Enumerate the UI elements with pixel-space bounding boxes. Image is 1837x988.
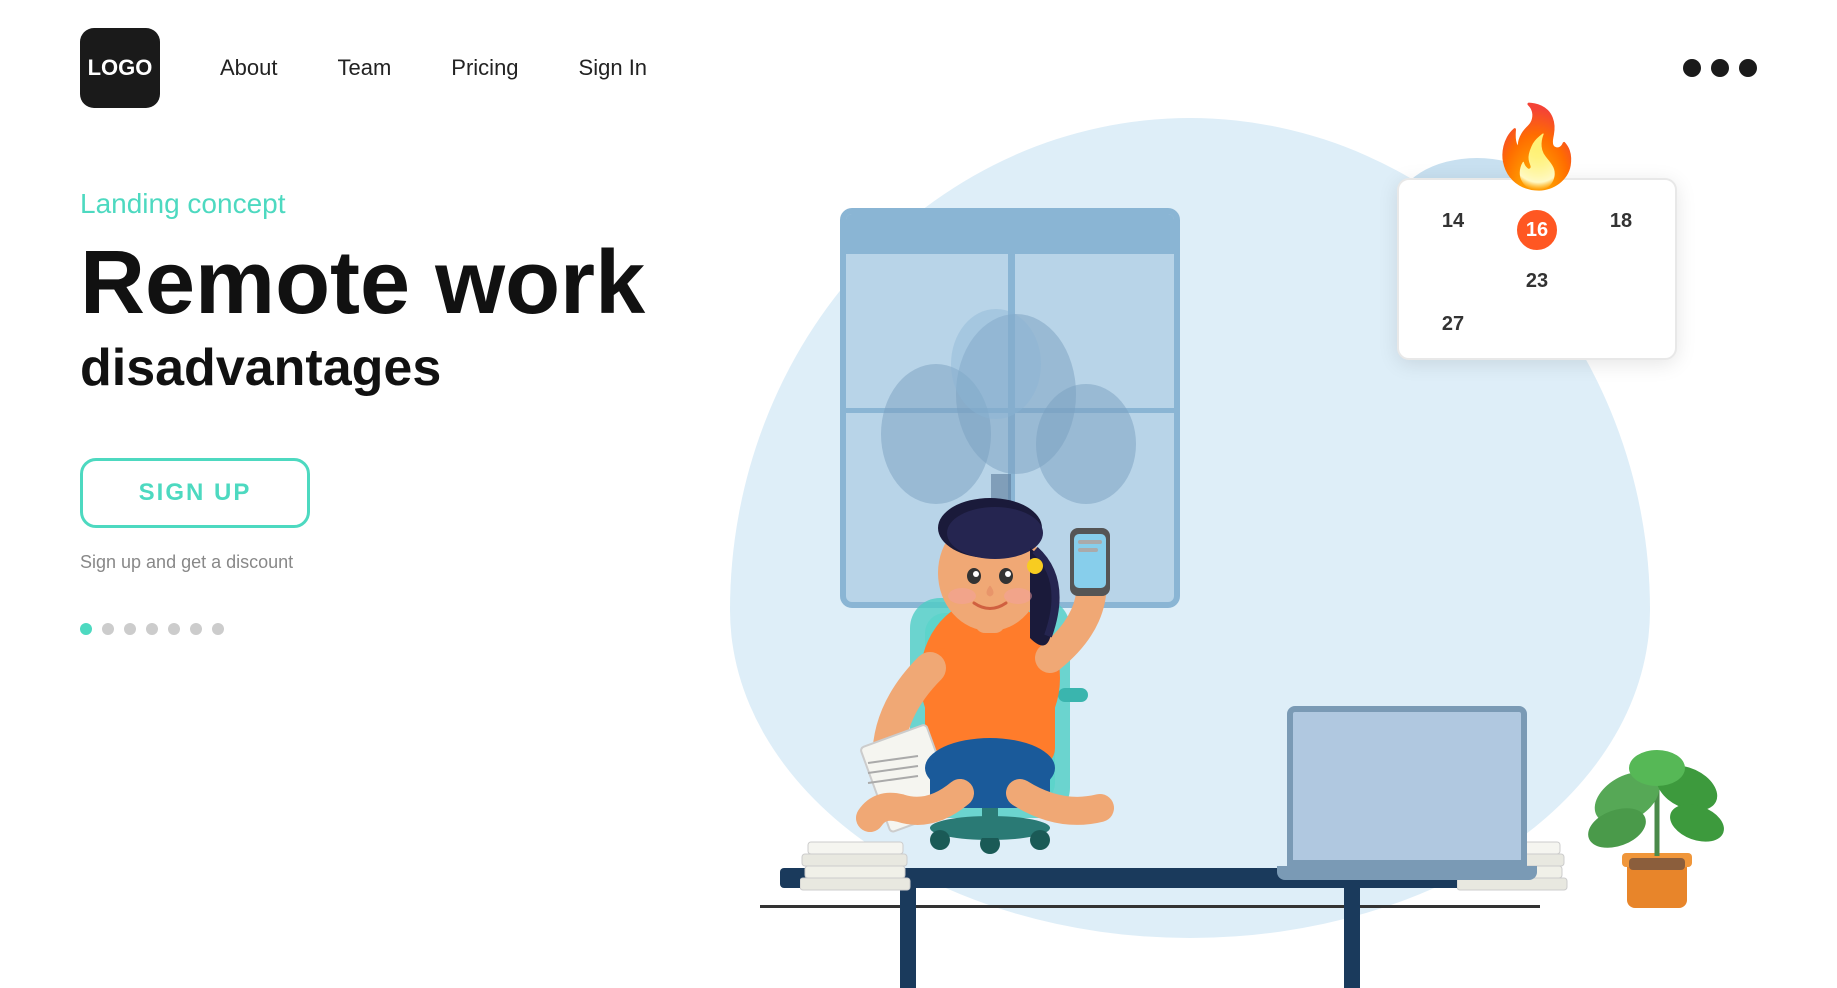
laptop-screen <box>1287 706 1527 866</box>
cal-spacer3 <box>1499 307 1575 342</box>
cal-23: 23 <box>1499 264 1575 299</box>
desk-leg-right <box>1344 888 1360 988</box>
header-menu-dots[interactable] <box>1683 59 1757 77</box>
cal-16: 16 <box>1517 210 1557 250</box>
cal-14: 14 <box>1415 204 1491 256</box>
laptop-base <box>1277 866 1537 880</box>
logo[interactable]: LO GO <box>80 28 160 108</box>
pag-dot-3[interactable] <box>124 623 136 635</box>
hero-illustration: 🔥 14 16 18 23 27 <box>680 148 1757 968</box>
signup-caption: Sign up and get a discount <box>80 552 680 573</box>
nav-signin[interactable]: Sign In <box>579 55 648 81</box>
dot-2 <box>1711 59 1729 77</box>
nav-pricing[interactable]: Pricing <box>451 55 518 81</box>
signup-button[interactable]: SIGN UP <box>80 458 310 528</box>
pagination <box>80 623 680 635</box>
pag-dot-2[interactable] <box>102 623 114 635</box>
header: LO GO About Team Pricing Sign In <box>0 0 1837 108</box>
plant <box>1587 708 1727 908</box>
fire-icon: 🔥 <box>1487 100 1587 194</box>
pag-dot-5[interactable] <box>168 623 180 635</box>
pag-dot-4[interactable] <box>146 623 158 635</box>
hero-left: Landing concept Remote work disadvantage… <box>80 148 680 968</box>
cal-spacer <box>1415 264 1491 299</box>
main-title-line1: Remote work <box>80 238 680 328</box>
nav-team[interactable]: Team <box>338 55 392 81</box>
cal-spacer2 <box>1583 264 1659 299</box>
person-illustration <box>810 418 1170 898</box>
nav-about[interactable]: About <box>220 55 278 81</box>
dot-1 <box>1683 59 1701 77</box>
calendar-grid: 14 16 18 23 27 <box>1415 204 1659 342</box>
navigation: About Team Pricing Sign In <box>220 55 647 81</box>
dot-3 <box>1739 59 1757 77</box>
main-content: Landing concept Remote work disadvantage… <box>0 108 1837 968</box>
pag-dot-1[interactable] <box>80 623 92 635</box>
calendar: 🔥 14 16 18 23 27 <box>1397 178 1677 360</box>
pag-dot-7[interactable] <box>212 623 224 635</box>
pag-dot-6[interactable] <box>190 623 202 635</box>
cal-18: 18 <box>1583 204 1659 256</box>
cal-spacer4 <box>1583 307 1659 342</box>
main-title-line2: disadvantages <box>80 338 680 398</box>
laptop <box>1287 706 1537 880</box>
landing-label: Landing concept <box>80 188 680 220</box>
cal-27: 27 <box>1415 307 1491 342</box>
cal-16-wrapper: 16 <box>1499 204 1575 256</box>
